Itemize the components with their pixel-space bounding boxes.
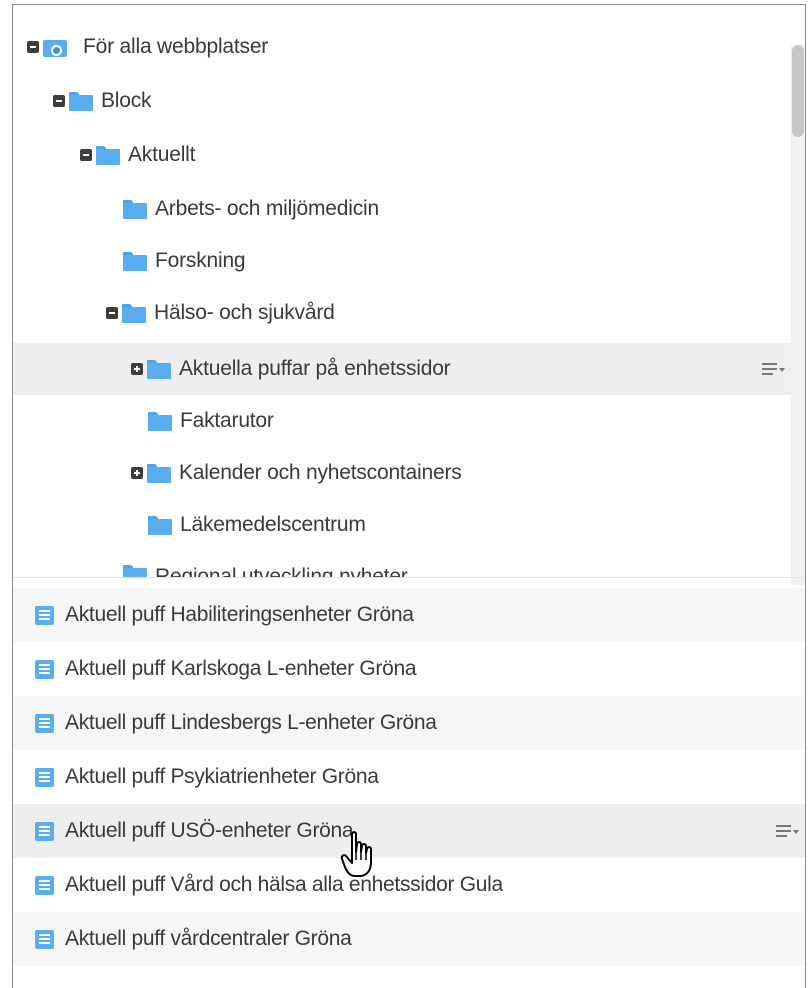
tree-item-arbets-och-miljomedicin[interactable]: Arbets- och miljömedicin: [13, 183, 791, 235]
tree-item-label: För alla webbplatser: [83, 35, 269, 58]
tree-item-label: Hälso- och sjukvård: [154, 301, 335, 324]
expand-icon[interactable]: [131, 363, 143, 375]
list-item-label: Aktuell puff Lindesbergs L-enheter Gröna: [65, 711, 437, 734]
document-icon: [35, 767, 54, 787]
context-menu-icon[interactable]: [776, 825, 799, 837]
list-item[interactable]: Aktuell puff Psykiatrienheter Gröna: [13, 750, 805, 804]
expand-icon[interactable]: [131, 467, 143, 479]
list-item-label: Aktuell puff Karlskoga L-enheter Gröna: [65, 657, 417, 680]
list-item-label: Aktuell puff USÖ-enheter Gröna: [65, 819, 354, 842]
collapse-icon[interactable]: [27, 41, 39, 53]
tree-item-label: Faktarutor: [180, 409, 274, 432]
scrollbar-thumb[interactable]: [792, 45, 804, 137]
collapse-icon[interactable]: [53, 95, 65, 107]
list-item[interactable]: Aktuell puff vårdcentraler Gröna: [13, 912, 805, 966]
collapse-icon[interactable]: [106, 307, 118, 319]
tree-item-block[interactable]: Block: [13, 75, 791, 127]
page-tree: För alla webbplatser Block Aktuellt Arbe…: [13, 21, 791, 577]
folder-icon: [148, 411, 172, 431]
document-icon: [35, 713, 54, 733]
website-icon: [43, 38, 67, 57]
list-item-label: Aktuell puff Psykiatrienheter Gröna: [65, 765, 379, 788]
tree-item-aktuella-puffar-pa-enhetssidor[interactable]: Aktuella puffar på enhetssidor: [13, 343, 791, 395]
tree-scrollbar[interactable]: [791, 45, 805, 585]
folder-icon: [147, 359, 171, 379]
folder-icon: [69, 91, 93, 111]
tree-item-for-alla-webbplatser[interactable]: För alla webbplatser: [13, 21, 791, 73]
context-menu-icon[interactable]: [762, 363, 785, 375]
document-icon: [35, 875, 54, 895]
tree-item-halso-och-sjukvard[interactable]: Hälso- och sjukvård: [13, 287, 791, 339]
document-icon: [35, 659, 54, 679]
tree-item-kalender-och-nyhetscontainers[interactable]: Kalender och nyhetscontainers: [13, 447, 791, 499]
folder-icon: [123, 565, 147, 577]
tree-item-label: Block: [101, 89, 152, 112]
tree-item-label: Aktuella puffar på enhetssidor: [179, 357, 451, 380]
content-list: Aktuell puff Habiliteringsenheter Gröna …: [13, 577, 805, 988]
list-item[interactable]: Aktuell puff Lindesbergs L-enheter Gröna: [13, 696, 805, 750]
tree-item-aktuellt[interactable]: Aktuellt: [13, 129, 791, 181]
tree-item-regional-utveckling-nyheter[interactable]: Regional utveckling nyheter: [13, 555, 791, 577]
tree-item-label: Aktuellt: [128, 143, 196, 166]
folder-icon: [123, 199, 147, 219]
list-item[interactable]: Aktuell puff Habiliteringsenheter Gröna: [13, 588, 805, 642]
document-icon: [35, 929, 54, 949]
folder-icon: [148, 515, 172, 535]
document-icon: [35, 605, 54, 625]
tree-item-label: Läkemedelscentrum: [180, 513, 366, 536]
tree-item-label: Kalender och nyhetscontainers: [179, 461, 462, 484]
navigation-panel: För alla webbplatser Block Aktuellt Arbe…: [12, 4, 806, 988]
list-item-label: Aktuell puff vårdcentraler Gröna: [65, 927, 352, 950]
hand-cursor-icon: [340, 831, 372, 877]
list-item-label: Aktuell puff Habiliteringsenheter Gröna: [65, 603, 414, 626]
tree-item-label: Arbets- och miljömedicin: [155, 197, 379, 220]
folder-icon: [123, 251, 147, 271]
folder-icon: [96, 145, 120, 165]
folder-icon: [147, 463, 171, 483]
list-item[interactable]: Aktuell puff Vård och hälsa alla enhetss…: [13, 858, 805, 912]
list-item-label: Aktuell puff Vård och hälsa alla enhetss…: [65, 873, 503, 896]
tree-item-faktarutor[interactable]: Faktarutor: [13, 395, 791, 447]
document-icon: [35, 821, 54, 841]
tree-item-forskning[interactable]: Forskning: [13, 235, 791, 287]
tree-item-lakemedelscentrum[interactable]: Läkemedelscentrum: [13, 499, 791, 551]
tree-item-label: Regional utveckling nyheter: [155, 565, 408, 577]
collapse-icon[interactable]: [80, 149, 92, 161]
list-item[interactable]: Aktuell puff Karlskoga L-enheter Gröna: [13, 642, 805, 696]
list-item[interactable]: Aktuell puff USÖ-enheter Gröna: [13, 804, 805, 858]
tree-item-label: Forskning: [155, 249, 246, 272]
folder-icon: [122, 303, 146, 323]
